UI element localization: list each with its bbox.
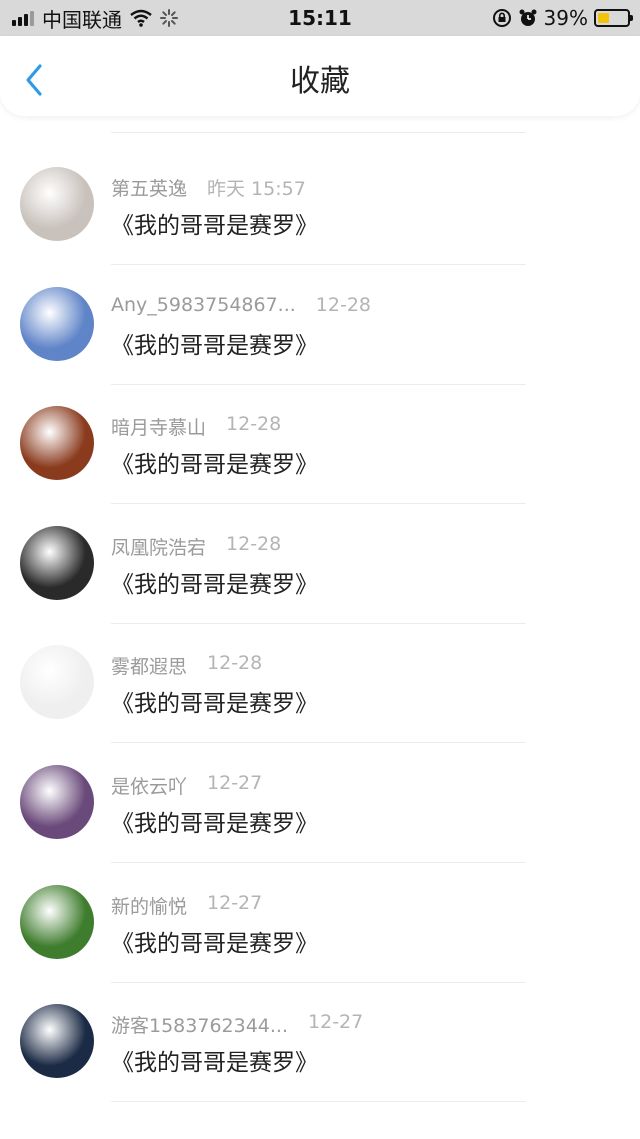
list-item[interactable]: 雾都遐思 12-28 《我的哥哥是赛罗》 [0,632,640,752]
battery-percent: 39% [543,6,588,30]
item-message: 《我的哥哥是赛罗》 [111,930,318,957]
avatar[interactable] [20,167,94,241]
item-meta: 暗月寺慕山 12-28 [111,413,281,443]
item-message: 《我的哥哥是赛罗》 [111,452,318,479]
timestamp: 12-27 [308,1011,364,1034]
alarm-icon [519,9,537,26]
timestamp: 12-28 [226,532,282,555]
avatar[interactable] [20,286,94,361]
status-right: 39% [492,0,633,36]
list-item[interactable]: 是依云吖 12-27 《我的哥哥是赛罗》 [0,752,640,872]
battery-icon [594,9,633,27]
divider [111,383,526,385]
divider [111,503,526,505]
item-message: 《我的哥哥是赛罗》 [111,811,318,837]
item-meta: 是依云吖 12-27 [111,772,262,802]
favorites-list[interactable]: 《我的哥哥是赛罗》第五英逸昨天 15:57《我的哥哥是赛罗》Any_598375… [0,82,640,1139]
item-meta: 第五英逸 昨天 15:57 [111,174,306,204]
item-message: 《我的哥哥是赛罗》 [111,1050,318,1077]
avatar[interactable] [20,525,94,600]
timestamp: 12-28 [226,413,282,436]
timestamp: 昨天 15:57 [207,178,306,200]
timestamp: 12-27 [207,772,263,794]
user-name[interactable]: 是依云吖 [111,772,187,802]
divider [111,862,526,863]
avatar[interactable] [20,645,94,720]
item-message: 《我的哥哥是赛罗》 [111,332,318,359]
list-item[interactable]: Any_5983754867... 12-28 《我的哥哥是赛罗》 [0,274,640,394]
list-item[interactable]: 暗月寺慕山 12-28 《我的哥哥是赛罗》 [0,393,640,513]
timestamp: 12-27 [207,891,263,914]
list-item[interactable]: 游客1583762344... 12-27 《我的哥哥是赛罗》 [0,991,640,1111]
divider [111,981,526,983]
divider [111,132,526,133]
divider [111,622,526,624]
avatar[interactable] [20,765,94,839]
timestamp: 12-28 [315,293,372,316]
list-item[interactable]: 凤凰院浩宕 12-28 《我的哥哥是赛罗》 [0,513,640,633]
item-message: 《我的哥哥是赛罗》 [111,571,318,598]
list-item[interactable]: 新的愉悦 12-27 《我的哥哥是赛罗》 [0,872,640,992]
user-name[interactable]: 雾都遐思 [111,652,187,682]
item-meta: 新的愉悦 12-27 [111,892,262,922]
divider [111,1101,526,1103]
user-name[interactable]: Any_5983754867... [111,294,296,324]
user-name[interactable]: 暗月寺慕山 [111,413,206,443]
lock-rotation-icon [492,9,511,27]
item-message: 《我的哥哥是赛罗》 [111,213,318,239]
page-title: 收藏 [290,64,350,99]
avatar[interactable] [20,406,94,481]
avatar[interactable] [20,884,94,959]
divider [111,742,526,744]
user-name[interactable]: 第五英逸 [111,174,187,204]
item-meta: 凤凰院浩宕 12-28 [111,533,281,563]
navigation-bar: 收藏 [0,36,640,116]
item-meta: 游客1583762344... 12-27 [111,1011,363,1041]
user-name[interactable]: 游客1583762344... [111,1011,288,1041]
timestamp: 12-28 [207,652,263,675]
divider [111,264,526,265]
avatar[interactable] [20,1004,94,1079]
status-bar: 中国联通 15:11 39% [0,0,640,36]
item-meta: 雾都遐思 12-28 [111,652,262,682]
user-name[interactable]: 凤凰院浩宕 [111,533,206,563]
item-meta: Any_5983754867... 12-28 [111,294,371,324]
user-name[interactable]: 新的愉悦 [111,892,187,922]
list-item[interactable]: 第五英逸 昨天 15:57 《我的哥哥是赛罗》 [0,154,640,274]
item-message: 《我的哥哥是赛罗》 [111,691,318,718]
